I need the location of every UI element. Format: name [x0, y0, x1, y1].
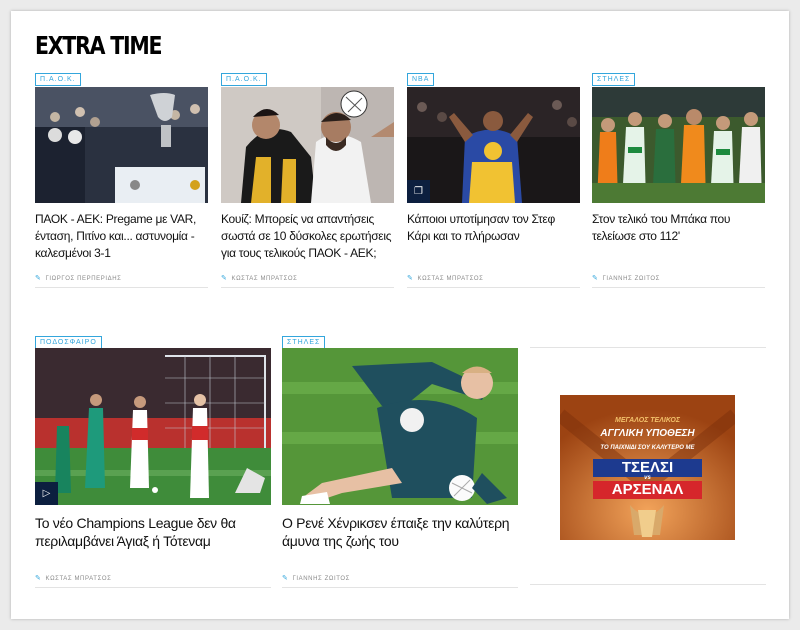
ad-team-away: ΑΡΣΕΝΑΛ — [593, 481, 702, 499]
article-byline: ✎ ΚΩΣΤΑΣ ΜΠΡΑΤΣΟΣ — [407, 274, 580, 288]
author-name[interactable]: ΚΩΣΤΑΣ ΜΠΡΑΤΣΟΣ — [417, 276, 483, 282]
pen-icon: ✎ — [35, 575, 42, 582]
author-name[interactable]: ΚΩΣΤΑΣ ΜΠΡΑΤΣΟΣ — [231, 276, 297, 282]
article-thumbnail[interactable] — [282, 348, 518, 505]
extra-time-panel: EXTRA TIME Π.Α.Ο.Κ. ΠΑΟΚ - ΑΕΚ: Pregame … — [11, 11, 789, 619]
article-thumbnail[interactable] — [35, 87, 208, 203]
article-byline: ✎ ΓΙΩΡΓΟΣ ΠΕΡΠΕΡΙΔΗΣ — [35, 274, 208, 288]
pen-icon: ✎ — [282, 575, 289, 582]
category-tag[interactable]: Π.Α.Ο.Κ. — [35, 73, 81, 86]
pen-icon: ✎ — [35, 275, 42, 282]
article-card[interactable]: ΠΟΔΟΣΦΑΙΡΟ ▷ Το νέο Champions League δεν… — [35, 331, 271, 591]
category-tag[interactable]: Π.Α.Ο.Κ. — [221, 73, 267, 86]
pen-icon: ✎ — [221, 275, 228, 282]
article-headline[interactable]: ΠΑΟΚ - ΑΕΚ: Pregame με VAR, ένταση, Πιτί… — [35, 211, 208, 262]
article-headline[interactable]: Κουίζ: Μπορείς να απαντήσεις σωστά σε 10… — [221, 211, 394, 262]
ad-subheadline: ΑΓΓΛΙΚΗ ΥΠΟΘΕΣΗ — [600, 428, 695, 439]
article-byline: ✎ ΓΙΑΝΝΗΣ ΖΩΙΤΟΣ — [282, 574, 518, 588]
article-thumbnail[interactable] — [592, 87, 765, 203]
article-headline[interactable]: Ο Ρενέ Χένρικσεν έπαιξε την καλύτερη άμυ… — [282, 514, 518, 550]
category-tag[interactable]: ΣΤΗΛΕΣ — [592, 73, 636, 86]
article-headline[interactable]: Κάποιοι υποτίμησαν τον Στεφ Κάρι και το … — [407, 211, 580, 245]
article-thumbnail[interactable]: ▷ — [35, 348, 271, 505]
advertisement-banner[interactable]: ΜΕΓΑΛΟΣ ΤΕΛΙΚΟΣ ΑΓΓΛΙΚΗ ΥΠΟΘΕΣΗ ΤΟ ΠΑΙΧΝ… — [560, 395, 735, 540]
author-name[interactable]: ΚΩΣΤΑΣ ΜΠΡΑΤΣΟΣ — [45, 576, 111, 582]
article-headline[interactable]: Το νέο Champions League δεν θα περιλαμβά… — [35, 514, 271, 550]
article-card[interactable]: Π.Α.Ο.Κ. ΠΑΟΚ - ΑΕΚ: Pregame με VAR, έντ… — [35, 68, 208, 288]
pen-icon: ✎ — [592, 275, 599, 282]
article-byline: ✎ ΓΙΑΝΝΗΣ ΖΩΙΤΟΣ — [592, 274, 765, 288]
ad-headline: ΜΕΓΑΛΟΣ ΤΕΛΙΚΟΣ — [615, 417, 680, 424]
article-thumbnail[interactable]: ❐ — [407, 87, 580, 203]
article-byline: ✎ ΚΩΣΤΑΣ ΜΠΡΑΤΣΟΣ — [221, 274, 394, 288]
ad-divider — [530, 584, 766, 585]
author-name[interactable]: ΓΙΑΝΝΗΣ ΖΩΙΤΟΣ — [602, 276, 660, 282]
author-name[interactable]: ΓΙΑΝΝΗΣ ΖΩΙΤΟΣ — [292, 576, 350, 582]
ad-divider — [530, 347, 766, 348]
article-byline: ✎ ΚΩΣΤΑΣ ΜΠΡΑΤΣΟΣ — [35, 574, 271, 588]
article-card[interactable]: ΣΤΗΛΕΣ Στον τελικό του Μπάκα που τελείωσ… — [592, 68, 765, 288]
article-headline[interactable]: Στον τελικό του Μπάκα που τελείωσε στο 1… — [592, 211, 765, 245]
pen-icon: ✎ — [407, 275, 414, 282]
article-card[interactable]: ΣΤΗΛΕΣ Ο Ρενέ Χένρικσεν έπαιξε την καλύτ… — [282, 331, 518, 591]
play-icon[interactable]: ▷ — [35, 482, 58, 505]
author-name[interactable]: ΓΙΩΡΓΟΣ ΠΕΡΠΕΡΙΔΗΣ — [45, 276, 121, 282]
article-card[interactable]: NBA ❐ Κάποιοι υποτίμησαν τον Στεφ Κάρι κ… — [407, 68, 580, 288]
ad-tagline: ΤΟ ΠΑΙΧΝΙΔΙ ΣΟΥ ΚΑΛΥΤΕΡΟ ΜΕ — [600, 445, 695, 451]
gallery-icon[interactable]: ❐ — [407, 180, 430, 203]
article-card[interactable]: Π.Α.Ο.Κ. Κουίζ: Μπορείς να απαντήσεις σω… — [221, 68, 394, 288]
category-tag[interactable]: NBA — [407, 73, 435, 86]
article-thumbnail[interactable] — [221, 87, 394, 203]
section-title: EXTRA TIME — [35, 31, 163, 60]
